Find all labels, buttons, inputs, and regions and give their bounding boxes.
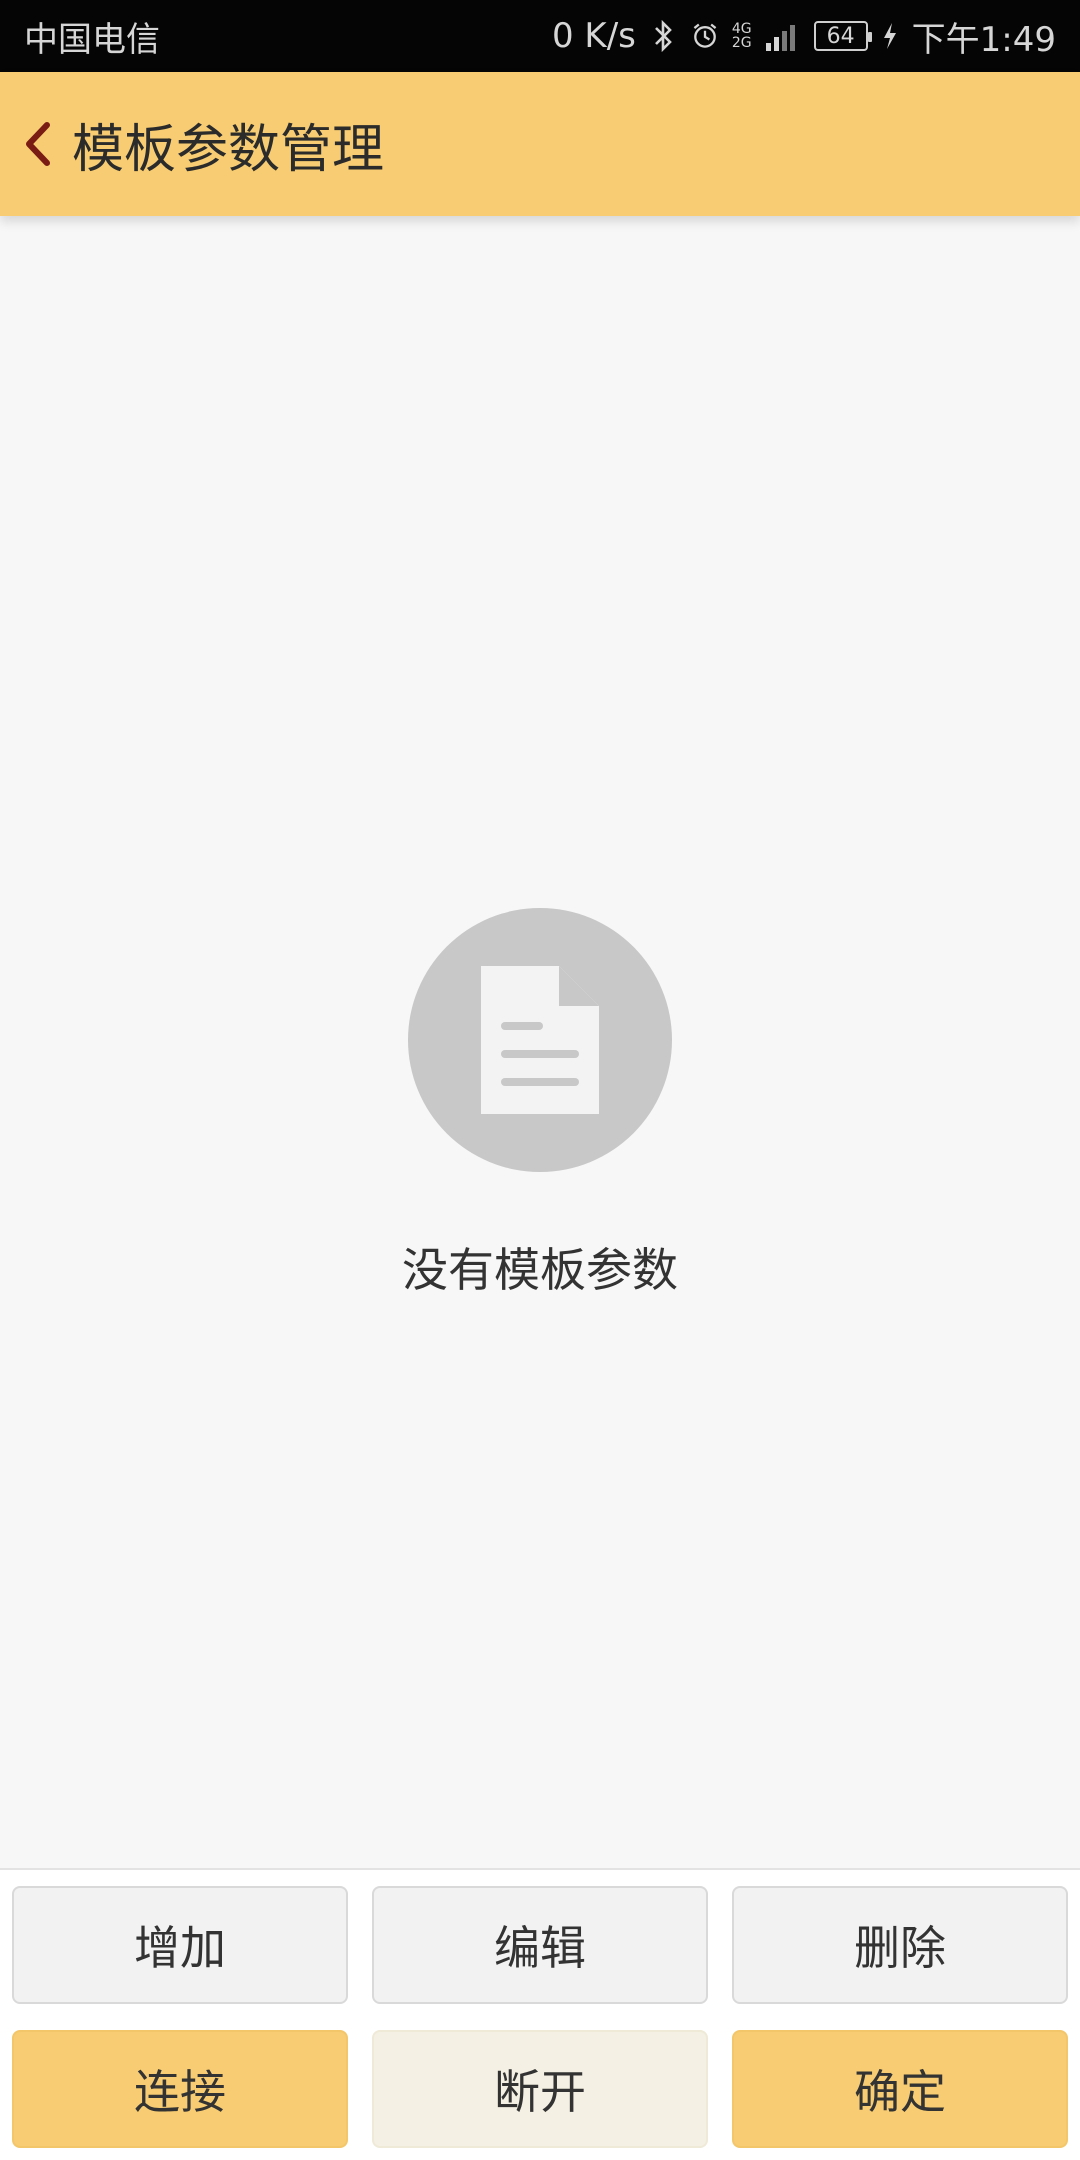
bluetooth-icon xyxy=(648,19,678,53)
main-content: 没有模板参数 xyxy=(0,216,1080,1868)
edit-button[interactable]: 编辑 xyxy=(372,1886,708,2004)
add-button[interactable]: 增加 xyxy=(12,1886,348,2004)
delete-button[interactable]: 删除 xyxy=(732,1886,1068,2004)
button-row-connection: 连接 断开 确定 xyxy=(12,2030,1068,2148)
net-speed: 0 K/s xyxy=(551,16,636,56)
empty-message: 没有模板参数 xyxy=(402,1243,678,1297)
clock-time: 下午1:49 xyxy=(911,19,1056,60)
app-header: 模板参数管理 xyxy=(0,72,1080,216)
charging-icon xyxy=(880,19,900,53)
carrier-label: 中国电信 xyxy=(24,19,160,60)
signal-icon xyxy=(764,19,802,53)
bottom-button-panel: 增加 编辑 删除 连接 断开 确定 xyxy=(0,1868,1080,2160)
network-bottom-label: 2G xyxy=(731,35,752,51)
document-icon xyxy=(408,908,672,1172)
disconnect-button[interactable]: 断开 xyxy=(372,2030,708,2148)
network-type: 4G 2G xyxy=(732,22,752,50)
confirm-button[interactable]: 确定 xyxy=(732,2030,1068,2148)
network-top-label: 4G xyxy=(731,21,752,37)
back-arrow-icon xyxy=(26,122,50,166)
alarm-icon xyxy=(690,19,720,53)
button-row-actions: 增加 编辑 删除 xyxy=(12,1886,1068,2004)
battery-indicator: 64 xyxy=(813,21,872,51)
page-title: 模板参数管理 xyxy=(72,119,385,180)
connect-button[interactable]: 连接 xyxy=(12,2030,348,2148)
status-bar: 中国电信 0 K/s 4G 2G 64 下午1:49 xyxy=(0,0,1080,72)
empty-state: 没有模板参数 xyxy=(0,908,1080,1300)
back-button[interactable] xyxy=(8,72,68,216)
